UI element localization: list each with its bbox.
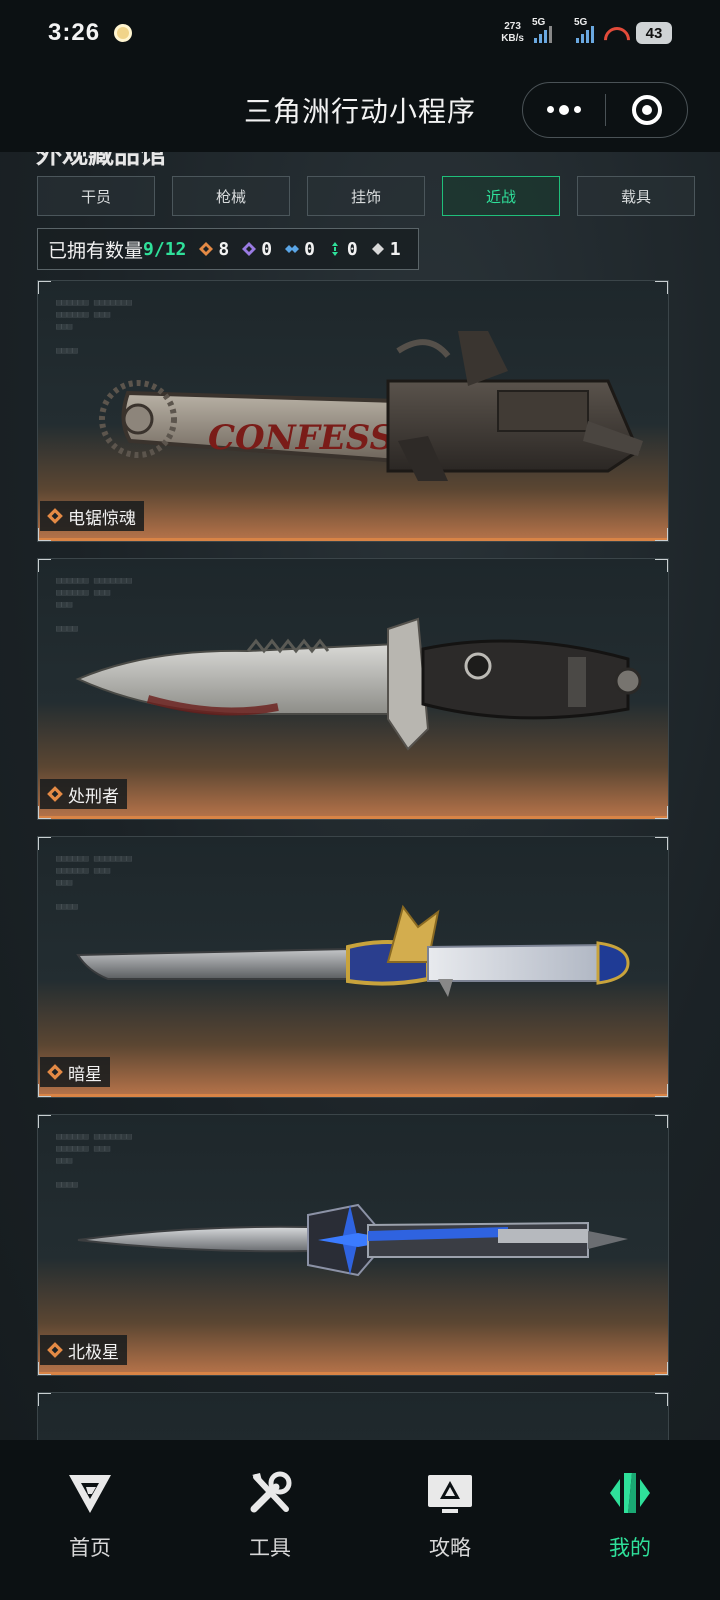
home-logo-icon (65, 1468, 115, 1518)
rarity-line (38, 1094, 668, 1097)
rarity-white: 1 (370, 239, 401, 260)
blue-gem-icon (284, 241, 300, 257)
nav-tools-label: 工具 (249, 1537, 291, 1560)
rarity-orange: 8 (198, 239, 229, 260)
item-name-tag: 北极星 (40, 1335, 127, 1365)
tab-charms[interactable]: 挂饰 (307, 176, 425, 216)
tab-firearms[interactable]: 枪械 (172, 176, 290, 216)
rarity-line (38, 816, 668, 819)
nav-guide[interactable]: 攻略 (360, 1440, 540, 1600)
nav-profile[interactable]: 我的 (540, 1440, 720, 1600)
item-name-tag: 暗星 (40, 1057, 110, 1087)
nav-home[interactable]: 首页 (0, 1440, 180, 1600)
owned-count: 9/12 (143, 238, 187, 260)
orange-gem-icon (46, 785, 64, 803)
orange-gem-icon (46, 1341, 64, 1359)
status-bar: 3:26 273 KB/s 5G 5G 43 (0, 0, 720, 66)
item-name: 暗星 (68, 1064, 102, 1084)
battery-icon: 43 (636, 22, 672, 44)
polaris-knife-image (77, 1203, 628, 1277)
collection-card[interactable]: ▤▤▤▤▤▤ ▤▤▤▤▤▤▤ ▤▤▤▤▤▤ ▤▤▤ ▤▤▤ ▤▤▤▤ CONFESS … (37, 280, 669, 542)
rarity-purple: 0 (241, 239, 272, 260)
dark-star-knife-image (76, 904, 630, 997)
section-title: 外观藏品馆 (36, 152, 167, 169)
orange-gem-icon (46, 507, 64, 525)
item-name-tag: 处刑者 (40, 779, 127, 809)
white-gem-icon (370, 241, 386, 257)
bottom-navigation: 首页 工具 攻略 我的 (0, 1440, 720, 1600)
more-icon[interactable] (523, 104, 605, 115)
nav-home-label: 首页 (69, 1537, 111, 1560)
network-speed-unit: KB/s (501, 33, 524, 44)
orange-gem-icon (46, 1063, 64, 1081)
svg-text:CONFESS: CONFESS (208, 418, 394, 458)
network-speed-value: 273 (504, 21, 521, 32)
network-speed: 273 KB/s (501, 21, 524, 45)
signal-label: 5G (574, 17, 588, 28)
rarity-line (38, 1372, 668, 1375)
executioner-knife-image (75, 617, 642, 751)
collection-card[interactable] (37, 1392, 669, 1440)
status-time: 3:26 (48, 19, 101, 46)
owned-label: 已拥有数量 (48, 240, 144, 262)
nav-guide-label: 攻略 (429, 1537, 471, 1560)
item-name: 北极星 (68, 1342, 119, 1362)
guide-monitor-icon (425, 1468, 475, 1518)
rarity-blue: 0 (284, 239, 315, 260)
nav-tools[interactable]: 工具 (180, 1440, 360, 1600)
nav-profile-label: 我的 (609, 1537, 651, 1560)
tab-vehicles[interactable]: 载具 (577, 176, 695, 216)
wifi-icon (604, 25, 626, 41)
rarity-purple-count: 0 (261, 238, 273, 260)
rarity-orange-count: 8 (218, 238, 230, 260)
tab-melee[interactable]: 近战 (442, 176, 560, 216)
rarity-line (38, 538, 668, 541)
rarity-blue-count: 0 (304, 238, 315, 260)
miniprogram-capsule (522, 82, 688, 138)
notification-icon (114, 24, 133, 42)
signal-icon: 5G (532, 17, 552, 43)
chainsaw-image: CONFESS (99, 331, 643, 481)
close-miniprogram-button[interactable] (606, 95, 687, 125)
rarity-green-count: 0 (346, 238, 358, 260)
item-name: 处刑者 (68, 786, 119, 806)
collection-card[interactable]: ▤▤▤▤▤▤ ▤▤▤▤▤▤▤ ▤▤▤▤▤▤ ▤▤▤ ▤▤▤ ▤▤▤▤ 处刑者 (37, 558, 669, 820)
rarity-green: 0 (327, 239, 358, 260)
purple-gem-icon (241, 241, 257, 257)
content-scroll-area[interactable]: 外观藏品馆 干员 枪械 挂饰 近战 载具 已拥有数量 9/12 8 0 0 0 … (0, 152, 720, 1440)
tools-icon (245, 1468, 295, 1518)
profile-logo-icon (605, 1468, 655, 1518)
signal-label: 5G (532, 17, 546, 28)
item-name-tag: 电锯惊魂 (40, 501, 144, 531)
category-tabs: 干员 枪械 挂饰 近战 载具 (37, 176, 695, 216)
app-header: 三角洲行动小程序 (0, 66, 720, 152)
target-icon (631, 95, 662, 125)
green-gem-icon (327, 241, 343, 257)
collection-card[interactable]: ▤▤▤▤▤▤ ▤▤▤▤▤▤▤ ▤▤▤▤▤▤ ▤▤▤ ▤▤▤ ▤▤▤▤ 暗星 (37, 836, 669, 1098)
tab-operators[interactable]: 干员 (37, 176, 155, 216)
owned-count-bar: 已拥有数量 9/12 8 0 0 0 1 (37, 228, 419, 270)
orange-gem-icon (198, 241, 214, 257)
status-indicators: 273 KB/s 5G 5G 43 (501, 17, 672, 45)
rarity-white-count: 1 (389, 238, 401, 260)
collection-card[interactable]: ▤▤▤▤▤▤ ▤▤▤▤▤▤▤ ▤▤▤▤▤▤ ▤▤▤ ▤▤▤ ▤▤▤▤ 北极星 (37, 1114, 669, 1376)
item-name: 电锯惊魂 (68, 508, 136, 528)
signal-icon: 5G (574, 17, 594, 43)
